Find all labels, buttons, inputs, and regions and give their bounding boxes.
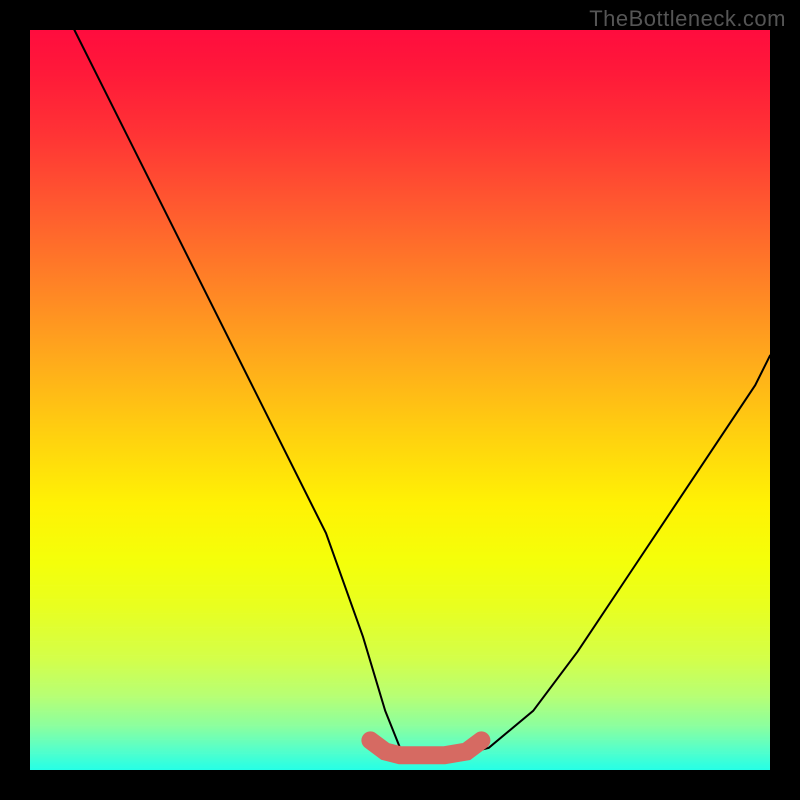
flat-bottom-highlight	[370, 740, 481, 755]
chart-frame: TheBottleneck.com	[0, 0, 800, 800]
plot-area	[30, 30, 770, 770]
curve-layer	[30, 30, 770, 770]
bottleneck-curve	[74, 30, 770, 755]
watermark-text: TheBottleneck.com	[589, 6, 786, 32]
